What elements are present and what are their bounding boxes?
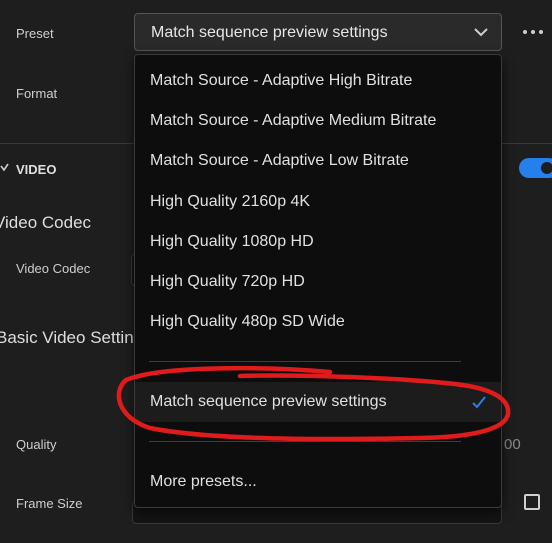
video-codec-label: Video Codec <box>16 261 91 276</box>
checkmark-icon <box>472 396 486 409</box>
frame-size-checkbox[interactable] <box>524 494 540 510</box>
preset-selected-value: Match sequence preview settings <box>151 24 388 41</box>
quality-value[interactable]: 00 <box>504 436 521 453</box>
menu-item-adaptive-medium[interactable]: Match Source - Adaptive Medium Bitrate <box>135 101 501 141</box>
preset-dropdown-menu: Match Source - Adaptive High Bitrate Mat… <box>134 54 502 508</box>
basic-video-settings-heading: Basic Video Settings <box>0 328 152 347</box>
preset-label: Preset <box>16 26 54 41</box>
preset-dropdown[interactable]: Match sequence preview settings <box>134 13 502 51</box>
video-codec-heading: Video Codec <box>0 213 92 232</box>
menu-separator <box>149 361 461 362</box>
menu-item-480p-sd-wide[interactable]: High Quality 480p SD Wide <box>135 302 501 342</box>
menu-item-2160p-4k[interactable]: High Quality 2160p 4K <box>135 182 501 222</box>
chevron-down-icon[interactable] <box>0 163 10 173</box>
menu-item-1080p-hd[interactable]: High Quality 1080p HD <box>135 222 501 262</box>
video-enable-toggle[interactable] <box>519 158 552 178</box>
menu-item-match-sequence[interactable]: Match sequence preview settings <box>135 382 501 422</box>
quality-label: Quality <box>16 437 57 452</box>
menu-item-adaptive-high[interactable]: Match Source - Adaptive High Bitrate <box>135 61 501 101</box>
chevron-down-icon <box>474 28 488 37</box>
menu-separator <box>149 441 461 442</box>
frame-size-label: Frame Size <box>16 496 83 511</box>
format-label: Format <box>16 86 58 101</box>
menu-item-720p-hd[interactable]: High Quality 720p HD <box>135 262 501 302</box>
more-horizontal-icon[interactable] <box>521 22 545 42</box>
video-section-label[interactable]: VIDEO <box>16 162 56 177</box>
menu-item-adaptive-low[interactable]: Match Source - Adaptive Low Bitrate <box>135 141 501 181</box>
menu-item-more-presets[interactable]: More presets... <box>135 462 501 502</box>
